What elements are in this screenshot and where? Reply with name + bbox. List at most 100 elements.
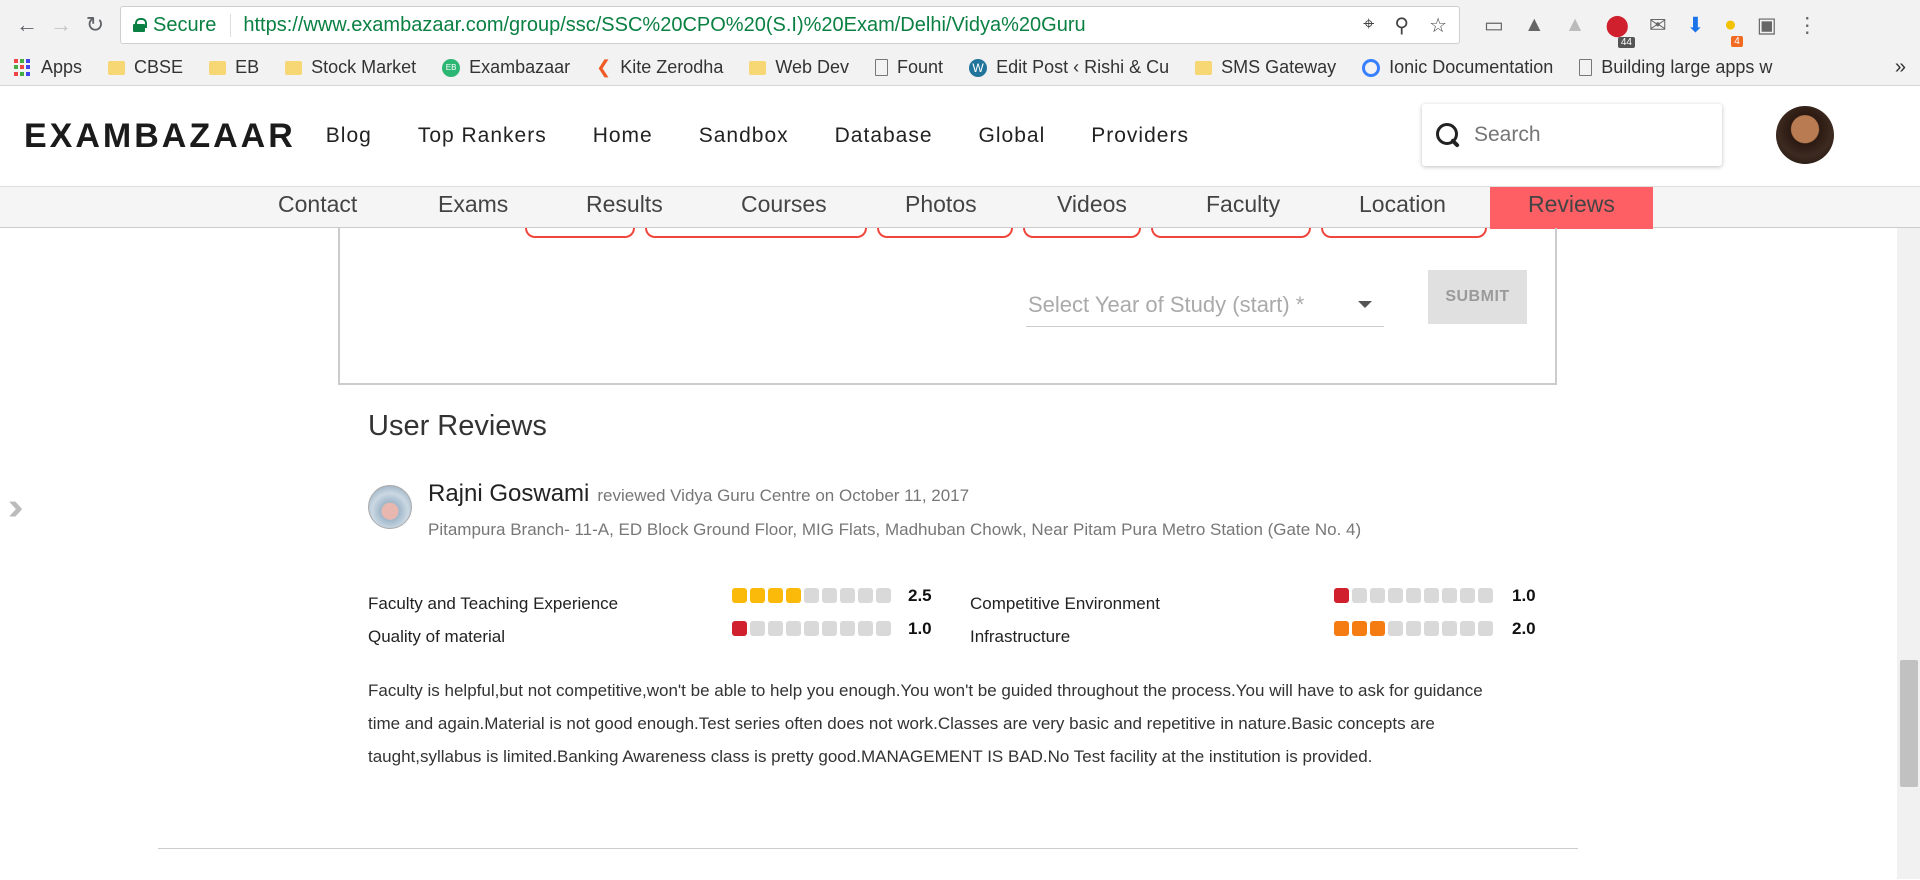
rating-square — [732, 588, 747, 603]
bookmark-cbse[interactable]: CBSE — [108, 57, 183, 78]
tab-photos[interactable]: Photos — [905, 187, 977, 229]
rating-square — [1370, 621, 1385, 636]
bookmark-edit-post[interactable]: W Edit Post ‹ Rishi & Cu — [969, 57, 1169, 78]
rating-square — [768, 621, 783, 636]
page-scrollbar[interactable] — [1897, 228, 1920, 879]
tab-reviews[interactable]: Reviews — [1490, 187, 1653, 229]
reviewer-name[interactable]: Rajni Goswami — [428, 480, 589, 508]
bookmark-fount[interactable]: Fount — [875, 57, 943, 78]
bookmarks-overflow-icon[interactable]: » — [1895, 56, 1906, 79]
folder-icon — [285, 60, 303, 75]
scrollbar-thumb[interactable] — [1900, 660, 1918, 787]
reviewer-line: Rajni Goswami reviewed Vidya Guru Centre… — [428, 480, 969, 508]
apps-grid-icon — [14, 58, 32, 77]
rating-bar-competitive — [1334, 588, 1493, 603]
nav-database[interactable]: Database — [835, 124, 933, 148]
rating-square — [804, 588, 819, 603]
double-chevron-right-icon[interactable]: ›› — [8, 486, 24, 529]
user-reviews-heading: User Reviews — [368, 410, 547, 442]
search-box[interactable] — [1422, 104, 1722, 166]
bookmark-apps[interactable]: Apps — [14, 57, 82, 78]
mail-extension-icon[interactable]: ✉ — [1649, 13, 1667, 38]
adblock-icon[interactable]: ⬤ 44 — [1605, 13, 1635, 48]
bookmark-ionic-docs[interactable]: Ionic Documentation — [1362, 57, 1553, 78]
section-subnav: Contact Exams Results Courses Photos Vid… — [0, 186, 1920, 229]
rating-square — [750, 621, 765, 636]
user-avatar[interactable] — [1776, 106, 1834, 164]
bookmark-exambazaar[interactable]: EB Exambazaar — [442, 57, 570, 78]
divider — [158, 848, 1578, 849]
secure-indicator[interactable]: Secure — [133, 13, 232, 37]
search-icon[interactable] — [1436, 123, 1460, 147]
folder-icon — [209, 60, 227, 75]
tab-location[interactable]: Location — [1359, 187, 1446, 229]
rating-square — [1406, 621, 1421, 636]
bookmark-eb[interactable]: EB — [209, 57, 259, 78]
nav-top-rankers[interactable]: Top Rankers — [418, 124, 547, 148]
bookmark-stock-market[interactable]: Stock Market — [285, 57, 416, 78]
rating-square — [1424, 588, 1439, 603]
rating-square — [1460, 621, 1475, 636]
rating-square — [840, 621, 855, 636]
rating-value-faculty: 2.5 — [908, 586, 932, 605]
tab-contact[interactable]: Contact — [278, 187, 357, 229]
tab-exams[interactable]: Exams — [438, 187, 508, 229]
rating-square — [804, 621, 819, 636]
location-target-icon[interactable]: ⌖ — [1363, 13, 1374, 38]
chrome-menu-icon[interactable]: ⋮ — [1797, 13, 1818, 38]
site-logo[interactable]: EXAMBAZAAR — [24, 117, 296, 156]
rating-square — [822, 588, 837, 603]
review-text: Faculty is helpful,but not competitive,w… — [368, 681, 1483, 766]
bookmark-label: EB — [235, 57, 260, 77]
bookmark-label: CBSE — [134, 57, 184, 77]
tab-videos[interactable]: Videos — [1057, 187, 1127, 229]
submit-button[interactable]: SUBMIT — [1428, 270, 1527, 324]
adblock-count-badge: 44 — [1617, 36, 1635, 48]
bookmark-label: Fount — [897, 57, 944, 77]
folder-icon — [749, 60, 767, 75]
bookmark-label: Kite Zerodha — [620, 57, 724, 77]
angular-extension-icon[interactable]: ▲ — [1524, 13, 1545, 37]
search-input[interactable] — [1474, 123, 1694, 147]
nav-providers[interactable]: Providers — [1091, 124, 1189, 148]
rating-square — [876, 588, 891, 603]
tab-courses[interactable]: Courses — [741, 187, 827, 229]
folder-icon — [108, 60, 126, 75]
save-tray-icon[interactable]: ▣ — [1757, 13, 1777, 38]
page-icon — [1579, 59, 1593, 76]
angular-extension-grey-icon[interactable]: ▲ — [1565, 13, 1586, 37]
lightbulb-count-badge: 4 — [1731, 36, 1743, 47]
reviewer-avatar[interactable] — [368, 485, 412, 529]
address-bar[interactable]: Secure https://www.exambazaar.com/group/… — [120, 6, 1460, 44]
year-of-study-select[interactable]: Select Year of Study (start) * — [1026, 283, 1384, 327]
reload-icon[interactable]: ↻ — [78, 8, 112, 42]
key-icon[interactable]: ⚲ — [1394, 13, 1409, 38]
bookmark-label: SMS Gateway — [1221, 57, 1337, 77]
bookmark-star-icon[interactable]: ☆ — [1429, 13, 1447, 38]
nav-sandbox[interactable]: Sandbox — [699, 124, 789, 148]
bookmark-sms-gateway[interactable]: SMS Gateway — [1195, 57, 1336, 78]
rating-square — [1406, 588, 1421, 603]
tab-faculty[interactable]: Faculty — [1206, 187, 1280, 229]
url-text[interactable]: https://www.exambazaar.com/group/ssc/SSC… — [243, 14, 1363, 37]
bookmarks-bar: Apps CBSE EB Stock Market EB Exambazaar ❮… — [0, 50, 1920, 86]
secure-label: Secure — [153, 13, 217, 36]
kite-icon: ❮ — [596, 57, 612, 77]
download-extension-icon[interactable]: ⬇ — [1687, 13, 1705, 38]
back-arrow-icon[interactable]: ← — [10, 8, 44, 42]
rating-value-competitive: 1.0 — [1512, 586, 1536, 605]
folder-icon — [1195, 60, 1213, 75]
forward-arrow-icon[interactable]: → — [44, 8, 78, 42]
nav-blog[interactable]: Blog — [326, 124, 372, 148]
bookmark-kite-zerodha[interactable]: ❮ Kite Zerodha — [596, 57, 723, 78]
cast-icon[interactable]: ▭ — [1484, 13, 1504, 38]
tab-results[interactable]: Results — [586, 187, 663, 229]
rating-square — [1334, 588, 1349, 603]
lightbulb-icon[interactable]: ● 4 — [1724, 13, 1743, 47]
bookmark-label: Stock Market — [311, 57, 417, 77]
bookmark-building-large-apps[interactable]: Building large apps w — [1579, 57, 1772, 78]
nav-global[interactable]: Global — [979, 124, 1046, 148]
bookmark-label: Ionic Documentation — [1389, 57, 1554, 77]
nav-home[interactable]: Home — [593, 124, 653, 148]
bookmark-web-dev[interactable]: Web Dev — [749, 57, 849, 78]
